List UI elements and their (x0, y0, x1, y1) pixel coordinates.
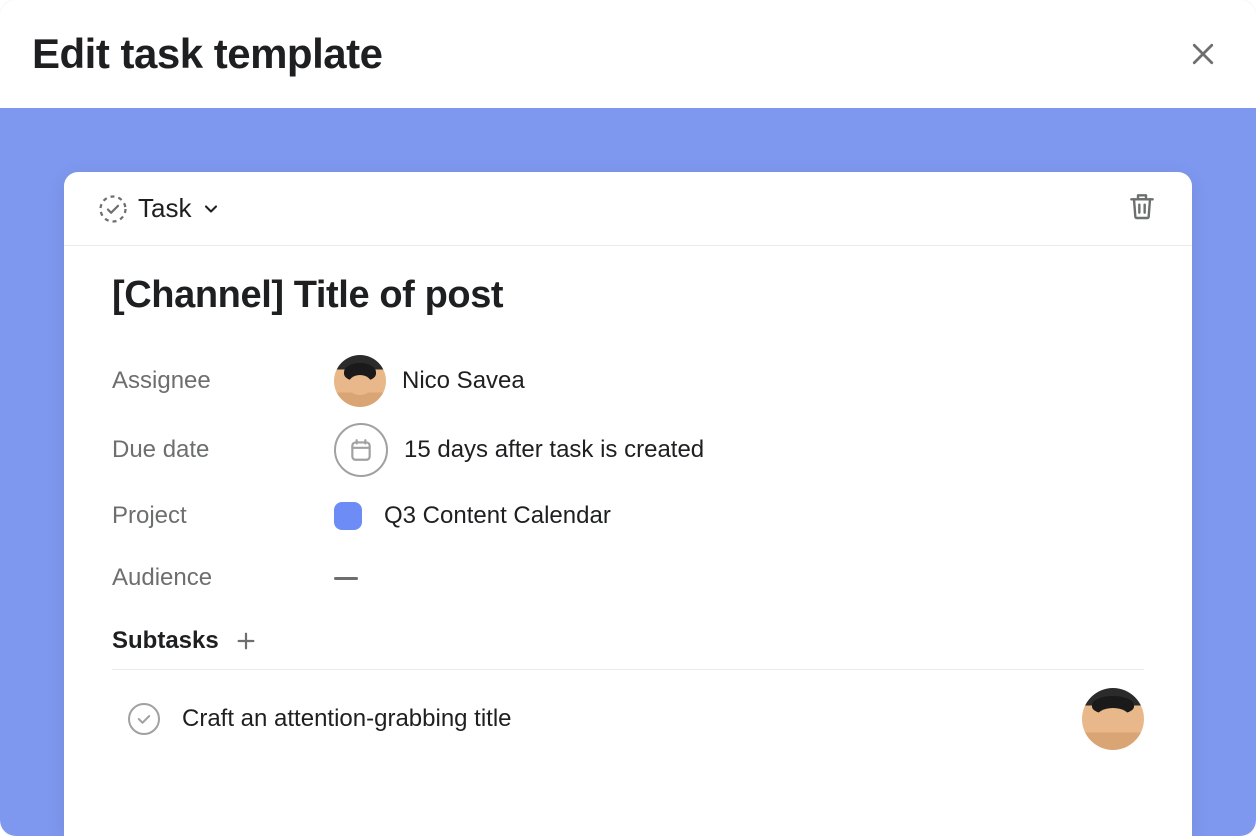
audience-value (334, 577, 358, 580)
project-label: Project (112, 502, 334, 530)
edit-task-template-modal: Edit task template Task (0, 0, 1256, 836)
project-name: Q3 Content Calendar (384, 502, 611, 530)
subtasks-header: Subtasks (112, 609, 1144, 669)
calendar-icon (348, 437, 374, 463)
card-body: [Channel] Title of post Assignee Nico Sa… (64, 246, 1192, 768)
due-date-text: 15 days after task is created (404, 436, 704, 464)
audience-row[interactable]: Audience (112, 547, 1144, 609)
task-type-label: Task (138, 193, 191, 224)
plus-icon (235, 630, 257, 652)
task-title[interactable]: [Channel] Title of post (112, 274, 1144, 317)
subtask-assignee-avatar[interactable] (1082, 688, 1144, 750)
delete-button[interactable] (1126, 190, 1158, 227)
chevron-down-icon (201, 199, 221, 219)
add-subtask-button[interactable] (235, 630, 257, 652)
subtasks-label: Subtasks (112, 627, 219, 655)
subtask-complete-toggle[interactable] (128, 703, 160, 735)
modal-title: Edit task template (32, 30, 382, 78)
subtask-title: Craft an attention-grabbing title (182, 705, 1060, 733)
close-button[interactable] (1188, 39, 1218, 69)
assignee-name: Nico Savea (402, 367, 525, 395)
assignee-row[interactable]: Assignee Nico Savea (112, 347, 1144, 415)
calendar-icon-wrap (334, 423, 388, 477)
empty-value-icon (334, 577, 358, 580)
assignee-value: Nico Savea (334, 355, 525, 407)
close-icon (1188, 39, 1218, 69)
project-row[interactable]: Project Q3 Content Calendar (112, 485, 1144, 547)
audience-label: Audience (112, 564, 334, 592)
due-date-row[interactable]: Due date 15 days after task is created (112, 415, 1144, 485)
assignee-label: Assignee (112, 367, 334, 395)
subtask-row[interactable]: Craft an attention-grabbing title (112, 669, 1144, 768)
check-icon (135, 710, 153, 728)
project-value: Q3 Content Calendar (334, 502, 611, 530)
task-type-icon (98, 194, 128, 224)
due-date-label: Due date (112, 436, 334, 464)
task-type-dropdown[interactable]: Task (98, 193, 221, 224)
project-color-chip (334, 502, 362, 530)
modal-body-background: Task [Channel] Title of pos (0, 108, 1256, 836)
task-card: Task [Channel] Title of pos (64, 172, 1192, 836)
trash-icon (1126, 190, 1158, 222)
card-toolbar: Task (64, 172, 1192, 246)
modal-header: Edit task template (0, 0, 1256, 108)
assignee-avatar (334, 355, 386, 407)
due-date-value: 15 days after task is created (334, 423, 704, 477)
